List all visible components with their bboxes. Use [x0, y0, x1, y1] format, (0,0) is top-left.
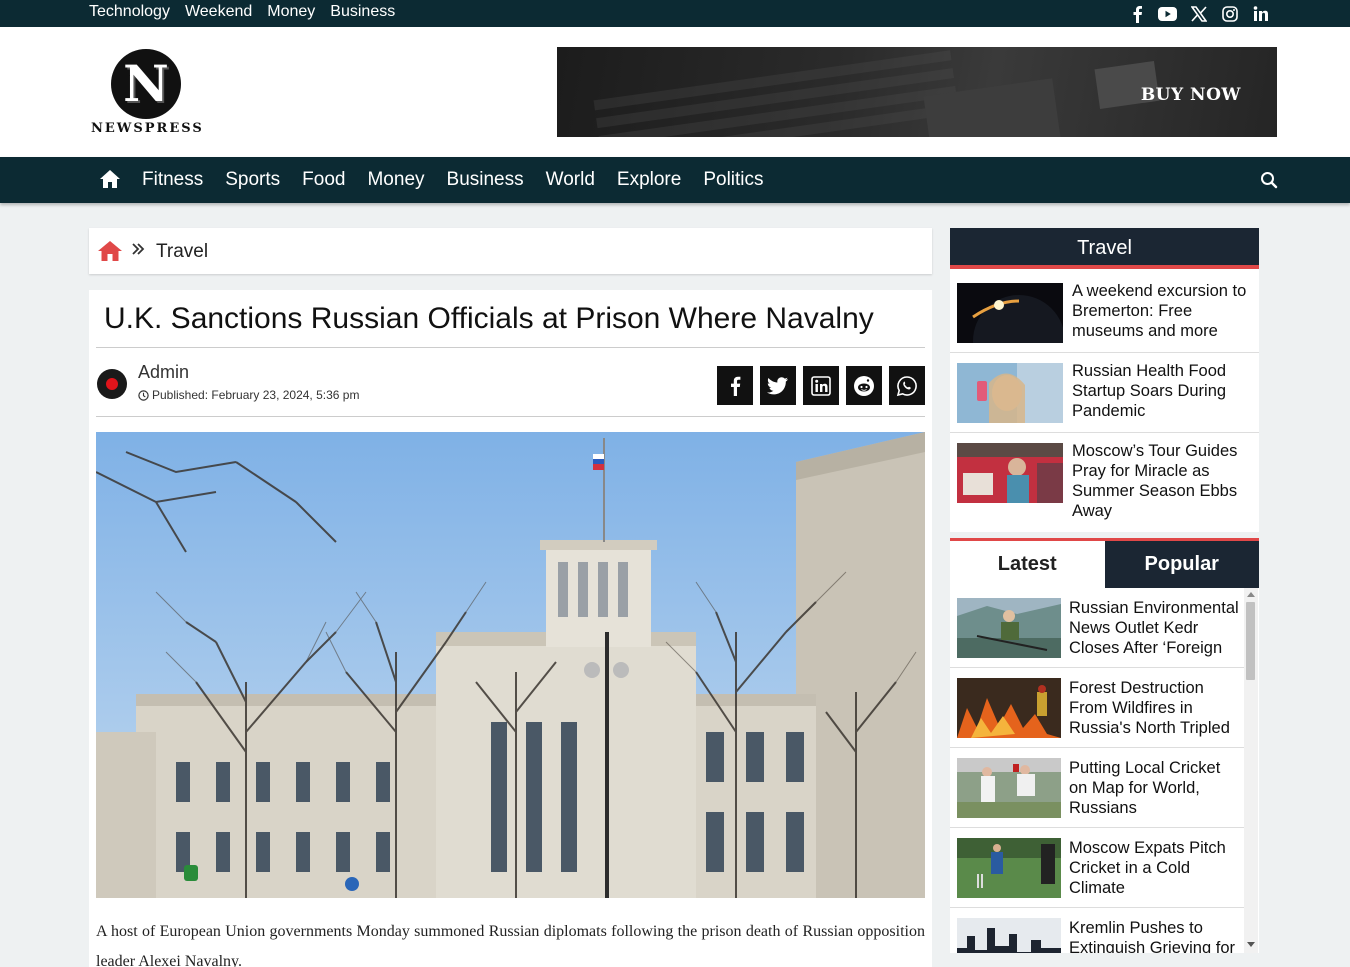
- top-link-business[interactable]: Business: [330, 3, 395, 21]
- travel-thumbnail[interactable]: [957, 363, 1063, 423]
- x-icon[interactable]: [1189, 4, 1208, 23]
- nav-item-sports[interactable]: Sports: [225, 169, 280, 191]
- travel-thumbnail[interactable]: [957, 283, 1063, 343]
- travel-item-title[interactable]: A weekend excursion to Bremerton: Free m…: [1072, 281, 1254, 341]
- latest-thumbnail[interactable]: [957, 918, 1061, 953]
- nav-item-politics[interactable]: Politics: [703, 169, 763, 191]
- site-logo[interactable]: N NEWSPRESS: [89, 47, 205, 139]
- publish-date: Published: February 23, 2024, 5:36 pm: [138, 388, 359, 402]
- sidebar-section-title: Travel: [950, 228, 1259, 269]
- nav-item-world[interactable]: World: [546, 169, 595, 191]
- nav-item-fitness[interactable]: Fitness: [142, 169, 203, 191]
- latest-scrollbar[interactable]: [1244, 588, 1258, 953]
- chevron-double-right-icon: [131, 240, 145, 261]
- logo-wordmark: NEWSPRESS: [91, 121, 204, 136]
- list-item[interactable]: Forest Destruction From Wildfires in Rus…: [950, 668, 1245, 748]
- breadcrumb-current: Travel: [156, 241, 209, 262]
- latest-thumbnail[interactable]: [957, 598, 1061, 658]
- instagram-icon[interactable]: [1220, 4, 1239, 23]
- share-buttons: [717, 366, 925, 405]
- top-links: Technology Weekend Money Business: [89, 3, 395, 21]
- social-links: [1127, 4, 1270, 23]
- main-nav: Fitness Sports Food Money Business World…: [0, 157, 1350, 203]
- top-bar: Technology Weekend Money Business: [0, 0, 1350, 27]
- article-title: U.K. Sanctions Russian Officials at Pris…: [104, 302, 874, 335]
- nav-item-business[interactable]: Business: [447, 169, 524, 191]
- scrollbar-thumb[interactable]: [1246, 602, 1255, 680]
- article-hero-image: [96, 432, 925, 898]
- list-item[interactable]: Kremlin Pushes to Extinguish Grieving fo…: [950, 908, 1245, 953]
- list-item[interactable]: Putting Local Cricket on Map for World, …: [950, 748, 1245, 828]
- nav-item-money[interactable]: Money: [367, 169, 424, 191]
- latest-item-title[interactable]: Putting Local Cricket on Map for World, …: [1069, 758, 1241, 818]
- logo-mark: N: [111, 49, 181, 119]
- scroll-up-icon[interactable]: [1247, 592, 1255, 597]
- share-linkedin-icon[interactable]: [803, 366, 839, 405]
- latest-thumbnail[interactable]: [957, 678, 1061, 738]
- linkedin-icon[interactable]: [1251, 4, 1270, 23]
- facebook-icon[interactable]: [1127, 4, 1146, 23]
- latest-item-title[interactable]: Forest Destruction From Wildfires in Rus…: [1069, 678, 1241, 738]
- travel-thumbnail[interactable]: [957, 443, 1063, 503]
- share-facebook-icon[interactable]: [717, 366, 753, 405]
- share-whatsapp-icon[interactable]: [889, 366, 925, 405]
- clock-icon: [138, 389, 149, 401]
- list-item[interactable]: Moscow Expats Pitch Cricket in a Cold Cl…: [950, 828, 1245, 908]
- nav-item-food[interactable]: Food: [302, 169, 345, 191]
- latest-list: Russian Environmental News Outlet Kedr C…: [950, 588, 1259, 953]
- share-reddit-icon[interactable]: [846, 366, 882, 405]
- sidebar-travel: Travel A weekend excursion to Bremerton:…: [950, 228, 1259, 532]
- list-item[interactable]: Moscow’s Tour Guides Pray for Miracle as…: [950, 433, 1259, 531]
- latest-item-title[interactable]: Moscow Expats Pitch Cricket in a Cold Cl…: [1069, 838, 1241, 898]
- latest-item-title[interactable]: Russian Environmental News Outlet Kedr C…: [1069, 598, 1241, 658]
- banner-background-graphic: [592, 47, 961, 137]
- author-name[interactable]: Admin: [138, 362, 189, 383]
- breadcrumb-home-icon[interactable]: [97, 240, 123, 262]
- top-link-weekend[interactable]: Weekend: [185, 3, 252, 21]
- youtube-icon[interactable]: [1158, 4, 1177, 23]
- sidebar-tabs: Latest Popular: [950, 538, 1259, 588]
- site-header: N NEWSPRESS BUY NOW: [0, 27, 1350, 157]
- scroll-down-icon[interactable]: [1247, 942, 1255, 947]
- divider: [96, 416, 925, 417]
- publish-date-text: Published: February 23, 2024, 5:36 pm: [152, 388, 360, 402]
- article-body: A host of European Union governments Mon…: [96, 923, 925, 967]
- buy-now-button[interactable]: BUY NOW: [1141, 85, 1241, 105]
- travel-item-title[interactable]: Russian Health Food Startup Soars During…: [1072, 361, 1254, 421]
- nav-item-explore[interactable]: Explore: [617, 169, 681, 191]
- latest-item-title[interactable]: Kremlin Pushes to Extinguish Grieving fo…: [1069, 918, 1241, 953]
- home-icon[interactable]: [99, 169, 121, 189]
- tab-popular[interactable]: Popular: [1104, 541, 1259, 588]
- logo-letter: N: [123, 54, 169, 113]
- list-item[interactable]: Russian Environmental News Outlet Kedr C…: [950, 588, 1245, 668]
- top-link-money[interactable]: Money: [267, 3, 315, 21]
- tab-latest[interactable]: Latest: [950, 541, 1105, 588]
- ad-banner[interactable]: BUY NOW: [557, 47, 1277, 137]
- list-item[interactable]: A weekend excursion to Bremerton: Free m…: [950, 273, 1259, 353]
- search-icon[interactable]: [1260, 171, 1278, 189]
- divider: [96, 347, 925, 348]
- article: U.K. Sanctions Russian Officials at Pris…: [89, 290, 932, 967]
- top-link-technology[interactable]: Technology: [89, 3, 170, 21]
- list-item[interactable]: Russian Health Food Startup Soars During…: [950, 353, 1259, 433]
- latest-thumbnail[interactable]: [957, 758, 1061, 818]
- nav-items: Fitness Sports Food Money Business World…: [142, 169, 786, 191]
- avatar[interactable]: [97, 369, 127, 399]
- breadcrumb: Travel: [89, 228, 932, 274]
- share-twitter-icon[interactable]: [760, 366, 796, 405]
- latest-thumbnail[interactable]: [957, 838, 1061, 898]
- travel-item-title[interactable]: Moscow’s Tour Guides Pray for Miracle as…: [1072, 441, 1254, 521]
